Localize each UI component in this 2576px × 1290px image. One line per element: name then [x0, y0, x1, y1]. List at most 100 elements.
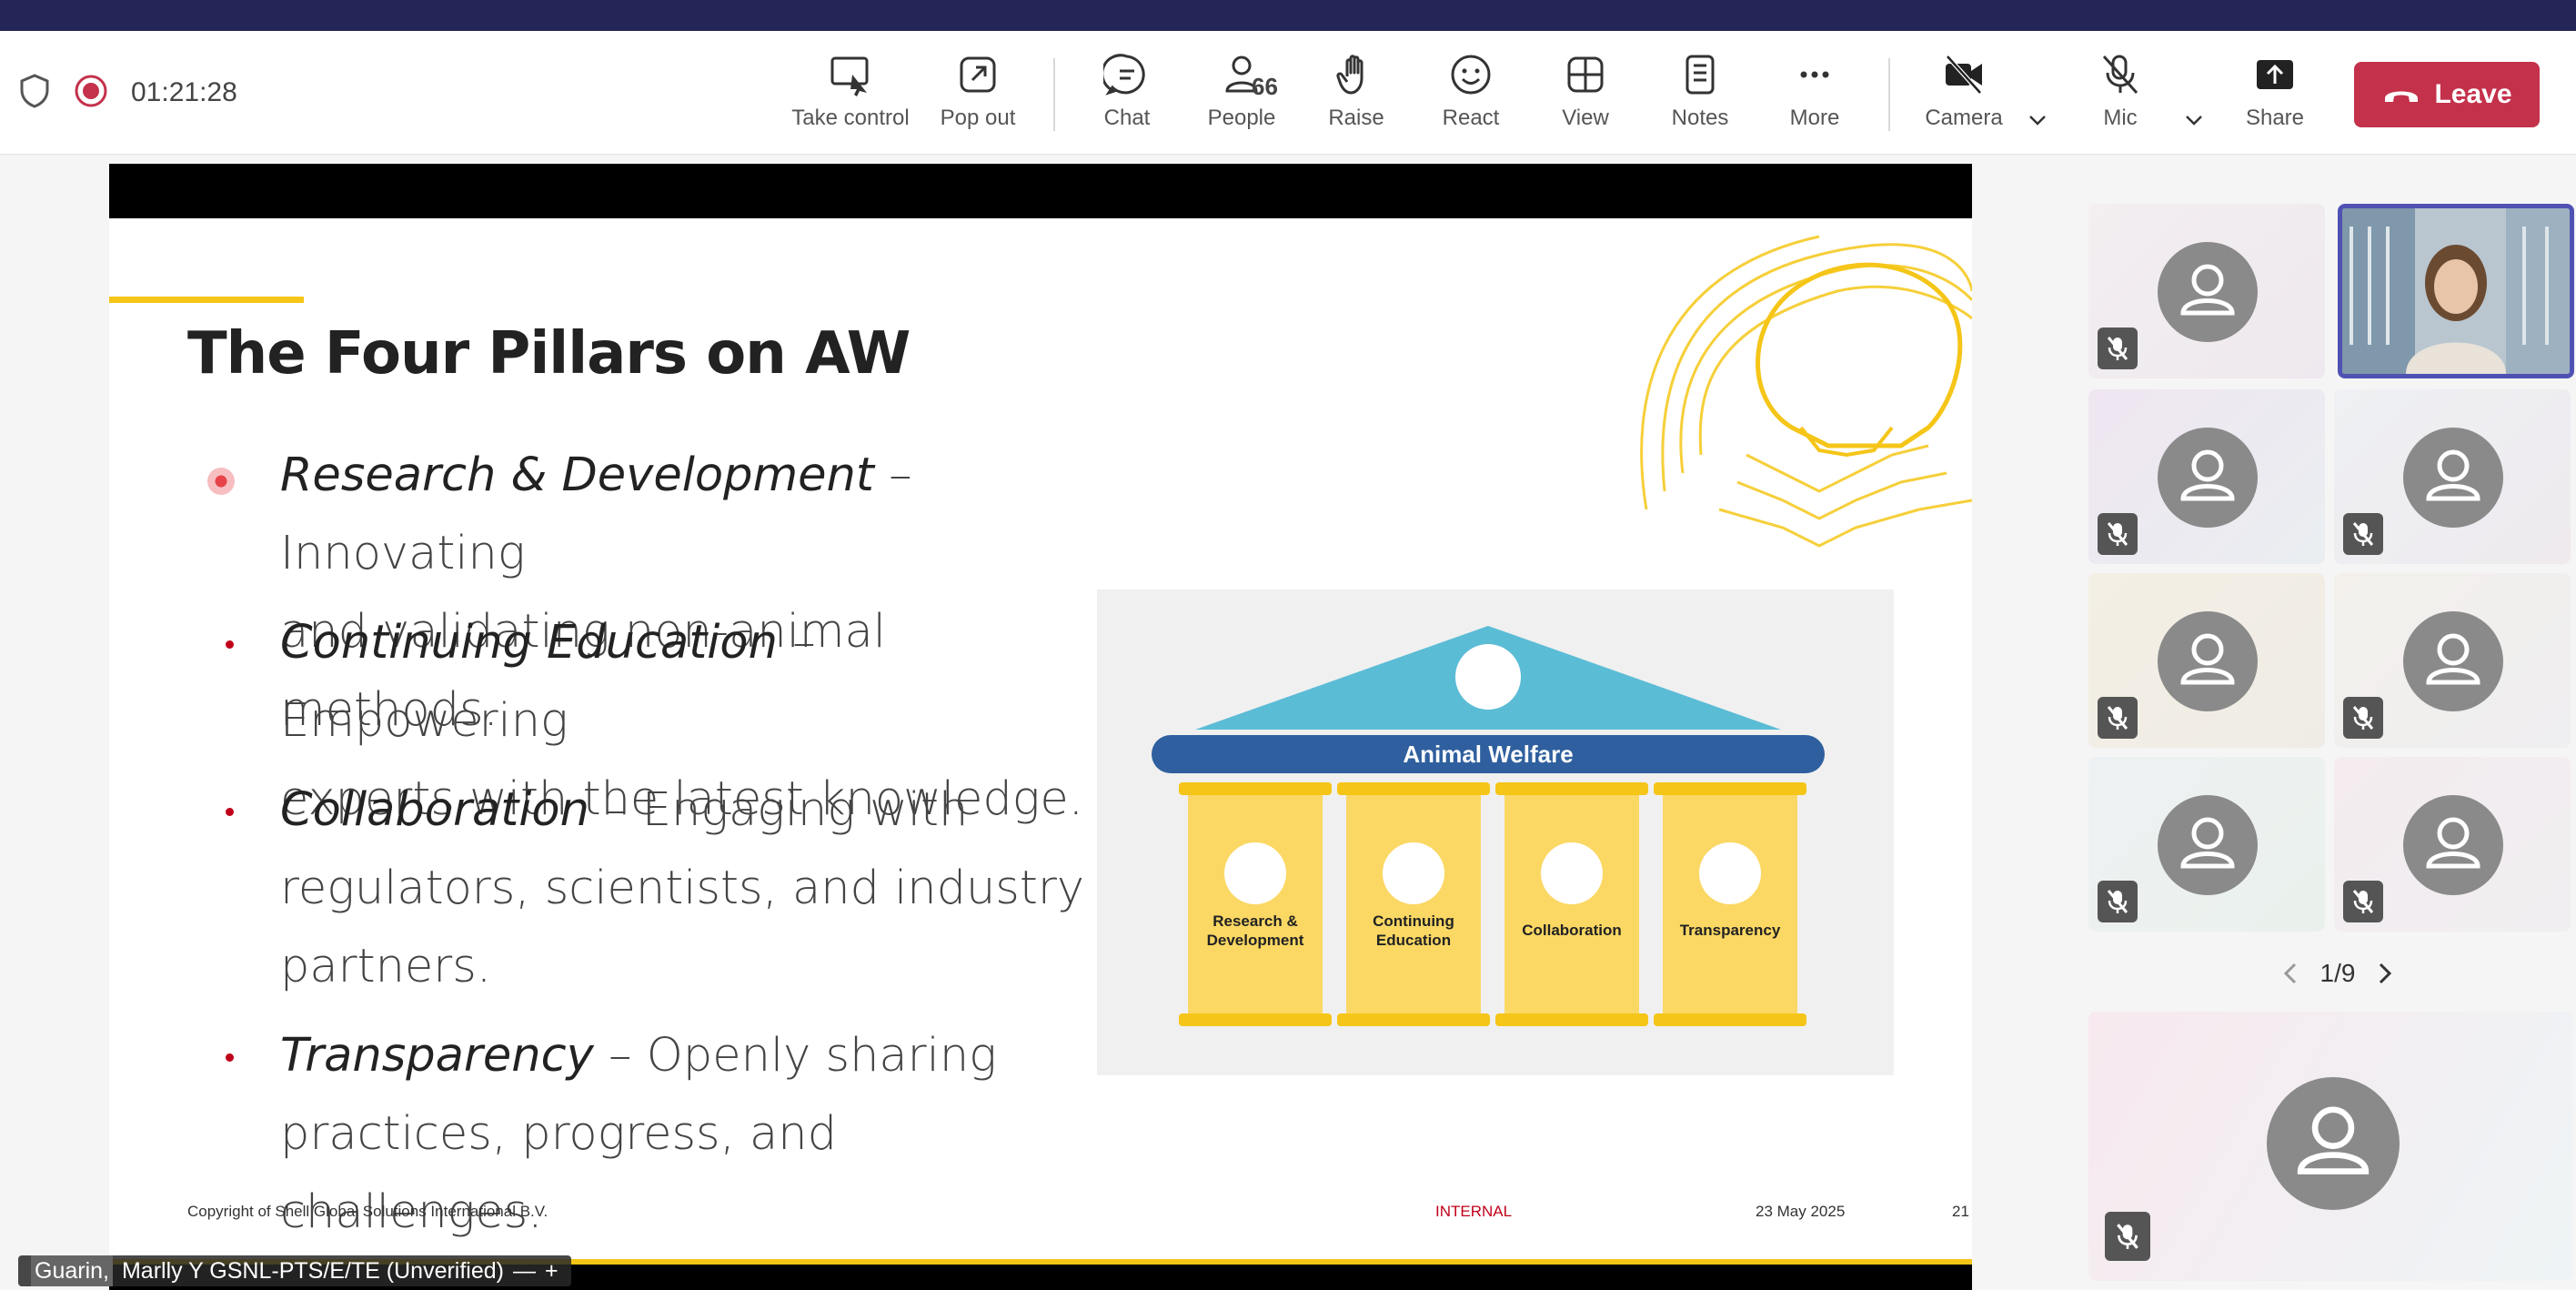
pop-out-label: Pop out	[940, 106, 1016, 130]
gallery-page-indicator: 1/9	[2319, 959, 2356, 987]
share-label: Share	[2245, 106, 2305, 130]
mic-off-icon	[2105, 1212, 2150, 1261]
more-label: More	[1789, 106, 1840, 130]
grid-view-icon	[1567, 56, 1604, 93]
chevron-down-icon[interactable]	[2181, 107, 2207, 133]
bullet-term: Collaboration	[280, 783, 589, 837]
meeting-timer: 01:21:28	[131, 77, 237, 107]
slide-date: 23 May 2025	[1756, 1203, 1846, 1220]
mic-off-icon	[2098, 328, 2138, 369]
bullet-dot	[226, 1053, 234, 1062]
bullet-desc: partners.	[280, 940, 492, 993]
slide-number: 21	[1952, 1203, 1969, 1220]
avatar	[2403, 795, 2503, 895]
avatar	[2403, 611, 2503, 711]
zoom-in-button[interactable]: +	[545, 1255, 558, 1286]
bullet-dot	[226, 640, 234, 649]
bullet-term: Transparency	[280, 1029, 594, 1083]
more-dots-icon	[1800, 71, 1829, 78]
camera-button[interactable]: Camera	[1914, 51, 2014, 142]
participant-tile-active-speaker[interactable]	[2338, 204, 2574, 378]
person-icon	[2297, 1106, 2370, 1174]
mic-label: Mic	[2103, 106, 2138, 130]
leave-label: Leave	[2434, 79, 2512, 109]
self-view-tile[interactable]	[2088, 1012, 2572, 1281]
notes-icon	[1685, 55, 1715, 95]
participant-tile[interactable]	[2334, 573, 2571, 748]
presenter-name-highlight: Guarin,	[31, 1255, 113, 1286]
avatar	[2267, 1077, 2400, 1210]
laser-pointer-icon	[207, 468, 235, 495]
pillar-label: Transparency	[1680, 922, 1781, 939]
mic-off-icon	[2098, 513, 2138, 555]
raise-hand-icon	[1336, 55, 1363, 95]
notes-button[interactable]: Notes	[1650, 51, 1750, 142]
window-top-strip	[0, 0, 2576, 31]
mic-off-icon	[2098, 697, 2138, 739]
participant-tile[interactable]	[2088, 573, 2325, 748]
mic-off-icon	[2102, 55, 2138, 95]
chevron-down-icon[interactable]	[2025, 107, 2050, 133]
chat-icon	[1103, 54, 1145, 96]
participant-tile[interactable]	[2088, 204, 2325, 378]
take-control-label: Take control	[791, 106, 910, 130]
meeting-status: 01:21:28	[18, 71, 237, 115]
people-label: People	[1207, 106, 1276, 130]
view-button[interactable]: View	[1535, 51, 1635, 142]
share-button[interactable]: Share	[2225, 51, 2325, 142]
person-icon	[2180, 264, 2235, 316]
shield-icon[interactable]	[18, 73, 51, 114]
presenter-name-tag[interactable]: Guarin, Marlly Y GSNL-PTS/E/TE (Unverifi…	[18, 1255, 571, 1286]
copyright-text: Copyright of Shell Global Solutions Inte…	[187, 1203, 548, 1220]
take-control-icon	[830, 56, 869, 96]
pillar-label: Development	[1207, 932, 1304, 949]
more-button[interactable]: More	[1765, 51, 1865, 142]
leave-button[interactable]: Leave	[2354, 62, 2540, 127]
chat-button[interactable]: Chat	[1077, 51, 1177, 142]
bullet-dot	[226, 808, 234, 816]
participant-tile[interactable]	[2088, 389, 2325, 564]
person-icon	[2426, 449, 2480, 501]
slide-title: The Four Pillars on AW	[187, 320, 911, 388]
mic-off-icon	[2343, 697, 2383, 739]
roof-circle	[1455, 644, 1521, 710]
mic-button[interactable]: Mic	[2070, 51, 2170, 142]
speaker-video	[2342, 208, 2570, 374]
chevron-left-icon[interactable]	[2280, 959, 2302, 988]
mic-off-icon	[2343, 881, 2383, 922]
participant-tile[interactable]	[2334, 389, 2571, 564]
camera-label: Camera	[1925, 106, 2003, 130]
bullet-term: Research & Development	[280, 448, 874, 502]
raise-hand-button[interactable]: Raise	[1306, 51, 1406, 142]
react-label: React	[1442, 106, 1500, 130]
bullet-term: Continuing Education	[280, 616, 778, 670]
slide-footer: Copyright of Shell Global Solutions Inte…	[187, 1203, 1970, 1230]
roof-label: Animal Welfare	[1403, 741, 1573, 768]
person-icon	[2180, 449, 2235, 501]
share-screen-icon	[2257, 60, 2293, 89]
pop-out-button[interactable]: Pop out	[928, 51, 1028, 142]
camera-off-icon	[1946, 55, 1982, 95]
take-control-button[interactable]: Take control	[791, 51, 910, 142]
pillar-2	[1337, 782, 1490, 1026]
pop-out-icon	[960, 56, 996, 93]
slide-top-bar	[109, 164, 1972, 218]
animal-welfare-diagram: Animal Welfare Research & Development Co…	[1097, 590, 1894, 1075]
smiley-icon	[1451, 55, 1491, 95]
bullet-desc: – Openly sharing	[593, 1029, 997, 1083]
pillar-3	[1495, 782, 1648, 1026]
participant-tile[interactable]	[2088, 757, 2325, 932]
chevron-right-icon[interactable]	[2373, 959, 2395, 988]
presenter-name: Marlly Y GSNL-PTS/E/TE (Unverified)	[121, 1258, 504, 1284]
toolbar-divider	[1888, 58, 1890, 131]
bullet-desc: regulators, scientists, and industry	[280, 862, 1085, 915]
participant-tile[interactable]	[2334, 757, 2571, 932]
person-icon	[2426, 817, 2480, 869]
hang-up-icon	[2385, 91, 2419, 102]
pillar-label: Collaboration	[1522, 922, 1622, 939]
avatar	[2158, 611, 2258, 711]
react-button[interactable]: React	[1421, 51, 1521, 142]
zoom-out-button[interactable]: —	[513, 1255, 536, 1286]
pillar-4	[1654, 782, 1806, 1026]
people-count-badge: 66	[1252, 73, 1278, 100]
